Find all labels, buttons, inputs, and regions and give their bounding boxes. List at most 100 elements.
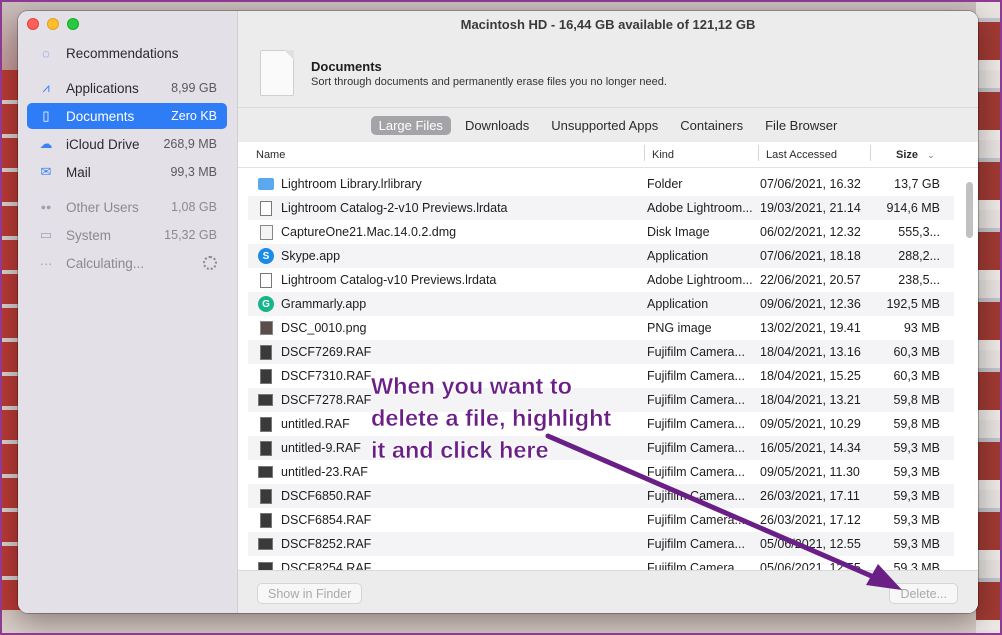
cell-name: DSCF7269.RAF — [248, 344, 641, 360]
cell-kind: Fujifilm Camera... — [647, 489, 745, 503]
raw-photo-icon — [260, 512, 272, 528]
sidebar-item-icloud-drive[interactable]: ☁ iCloud Drive 268,9 MB — [27, 131, 227, 157]
cell-kind: Fujifilm Camera... — [647, 441, 745, 455]
document-icon — [260, 272, 272, 288]
disk-image-icon — [260, 224, 273, 240]
sidebar-item-size: 268,9 MB — [163, 137, 217, 151]
cell-last-accessed: 05/06/2021, 12.55 — [760, 537, 861, 551]
cell-size: 59,3 MB — [893, 537, 940, 551]
file-name: DSCF8252.RAF — [281, 537, 372, 551]
sidebar-item-label: System — [66, 227, 112, 243]
sidebar-item-size: 99,3 MB — [170, 165, 217, 179]
table-row[interactable]: DSCF8252.RAF Fujifilm Camera... 05/06/2021… — [248, 532, 954, 556]
show-in-finder-button[interactable]: Show in Finder — [257, 583, 363, 604]
column-header-size[interactable]: Size ⌄ — [870, 144, 946, 161]
column-header-last-accessed[interactable]: Last Accessed — [758, 144, 870, 161]
sidebar-item-label: Applications — [66, 80, 139, 96]
column-header-name[interactable]: Name — [238, 149, 644, 161]
raw-photo-icon — [258, 394, 273, 406]
cell-kind: Application — [647, 297, 709, 311]
image-icon — [260, 321, 273, 335]
file-name: Lightroom Catalog-v10 Previews.lrdata — [281, 273, 497, 287]
cell-last-accessed: 06/02/2021, 12.32 — [760, 225, 861, 239]
tab-unsupported-apps[interactable]: Unsupported Apps — [543, 116, 666, 135]
cell-last-accessed: 18/04/2021, 13.16 — [760, 345, 861, 359]
column-header-size-label: Size — [896, 148, 919, 161]
table-row[interactable]: DSCF8254.RAF Fujifilm Camera... 05/06/2021… — [248, 556, 954, 570]
zoom-button[interactable] — [67, 18, 79, 30]
column-header-kind[interactable]: Kind — [644, 144, 758, 161]
sidebar-item-other-users[interactable]: ●● Other Users 1,08 GB — [27, 194, 227, 220]
table-row[interactable]: S Skype.app Application 07/06/2021, 18.18 28… — [248, 244, 954, 268]
footer-bar: Show in Finder Delete... — [238, 570, 978, 613]
cell-last-accessed: 26/03/2021, 17.12 — [760, 513, 861, 527]
file-name: DSCF8254.RAF — [281, 561, 372, 570]
tab-file-browser[interactable]: File Browser — [757, 116, 845, 135]
table-row[interactable]: Lightroom Catalog-v10 Previews.lrdata Ado… — [248, 268, 954, 292]
cell-last-accessed: 07/06/2021, 18.18 — [760, 249, 861, 263]
tab-containers[interactable]: Containers — [672, 116, 751, 135]
cell-kind: Fujifilm Camera... — [647, 561, 745, 570]
tab-bar: Large Files Downloads Unsupported Apps C… — [238, 108, 978, 142]
sidebar-item-recommendations[interactable]: ◌ Recommendations — [27, 40, 227, 66]
close-button[interactable] — [27, 18, 39, 30]
annotation-line: delete a file, highlight — [371, 405, 612, 431]
delete-button[interactable]: Delete... — [889, 583, 958, 604]
table-header: Name Kind Last Accessed Size ⌄ — [238, 142, 978, 168]
sidebar-item-size: 1,08 GB — [171, 200, 217, 214]
raw-photo-icon — [260, 440, 272, 456]
cell-last-accessed: 13/02/2021, 19.41 — [760, 321, 861, 335]
lightbulb-icon: ◌ — [42, 45, 50, 61]
raw-photo-icon — [260, 488, 272, 504]
cell-last-accessed: 18/04/2021, 15.25 — [760, 369, 861, 383]
sidebar-item-documents[interactable]: ▯ Documents Zero KB — [27, 103, 227, 129]
table-row[interactable]: DSCF6854.RAF Fujifilm Camera... 26/03/2021… — [248, 508, 954, 532]
cell-name: untitled-23.RAF — [248, 465, 641, 479]
raw-photo-icon — [260, 368, 272, 384]
cell-size: 238,5... — [898, 273, 940, 287]
raw-photo-icon — [260, 344, 272, 360]
file-name: Grammarly.app — [281, 297, 367, 311]
table-row[interactable]: CaptureOne21.Mac.14.0.2.dmg Disk Image 06/… — [248, 220, 954, 244]
folder-icon — [258, 178, 274, 190]
annotation-callout: When you want to delete a file, highligh… — [371, 370, 612, 466]
scrollbar-thumb[interactable] — [966, 182, 973, 238]
sidebar-item-applications[interactable]: ⩘ Applications 8,99 GB — [27, 75, 227, 101]
desktop-wallpaper-right — [976, 0, 1002, 635]
cell-name: S Skype.app — [248, 248, 641, 264]
cell-kind: Fujifilm Camera... — [647, 537, 745, 551]
sidebar-item-system[interactable]: ▭ System 15,32 GB — [27, 222, 227, 248]
sidebar-item-mail[interactable]: ✉ Mail 99,3 MB — [27, 159, 227, 185]
cell-size: 93 MB — [903, 321, 940, 335]
cell-size: 59,3 MB — [893, 561, 940, 570]
cell-last-accessed: 09/06/2021, 12.36 — [760, 297, 861, 311]
cell-kind: Adobe Lightroom... — [647, 201, 753, 215]
raw-photo-icon — [258, 466, 273, 478]
sidebar-item-label: iCloud Drive — [66, 136, 140, 152]
raw-photo-icon — [260, 416, 272, 432]
table-row[interactable]: DSCF6850.RAF Fujifilm Camera... 26/03/2021… — [248, 484, 954, 508]
window-controls — [27, 18, 79, 30]
cell-name: DSC_0010.png — [248, 321, 641, 335]
table-row[interactable]: DSC_0010.png PNG image 13/02/2021, 19.41 93… — [248, 316, 954, 340]
category-header: Documents Sort through documents and per… — [238, 38, 978, 108]
table-row[interactable]: Lightroom Library.lrlibrary Folder 07/06/2… — [248, 172, 954, 196]
file-name: Lightroom Library.lrlibrary — [281, 177, 422, 191]
cell-name: DSCF6850.RAF — [248, 488, 641, 504]
cell-name: G Grammarly.app — [248, 296, 641, 312]
table-row[interactable]: G Grammarly.app Application 09/06/2021, 12.… — [248, 292, 954, 316]
minimize-button[interactable] — [47, 18, 59, 30]
table-row[interactable]: Lightroom Catalog-2-v10 Previews.lrdata A… — [248, 196, 954, 220]
window-title: Macintosh HD - 16,44 GB available of 121… — [238, 11, 978, 38]
sidebar-item-label: Documents — [66, 108, 135, 124]
tab-downloads[interactable]: Downloads — [457, 116, 537, 135]
file-name: DSCF7310.RAF — [281, 369, 372, 383]
table-row[interactable]: DSCF7269.RAF Fujifilm Camera... 18/04/2021… — [248, 340, 954, 364]
cell-size: 59,3 MB — [893, 489, 940, 503]
cell-kind: Fujifilm Camera... — [647, 345, 745, 359]
scrollbar[interactable] — [965, 176, 975, 570]
applications-icon: ⩘ — [42, 80, 50, 95]
sidebar-item-label: Other Users — [66, 199, 139, 215]
tab-large-files[interactable]: Large Files — [370, 115, 451, 135]
file-name: Lightroom Catalog-2-v10 Previews.lrdata — [281, 201, 508, 215]
